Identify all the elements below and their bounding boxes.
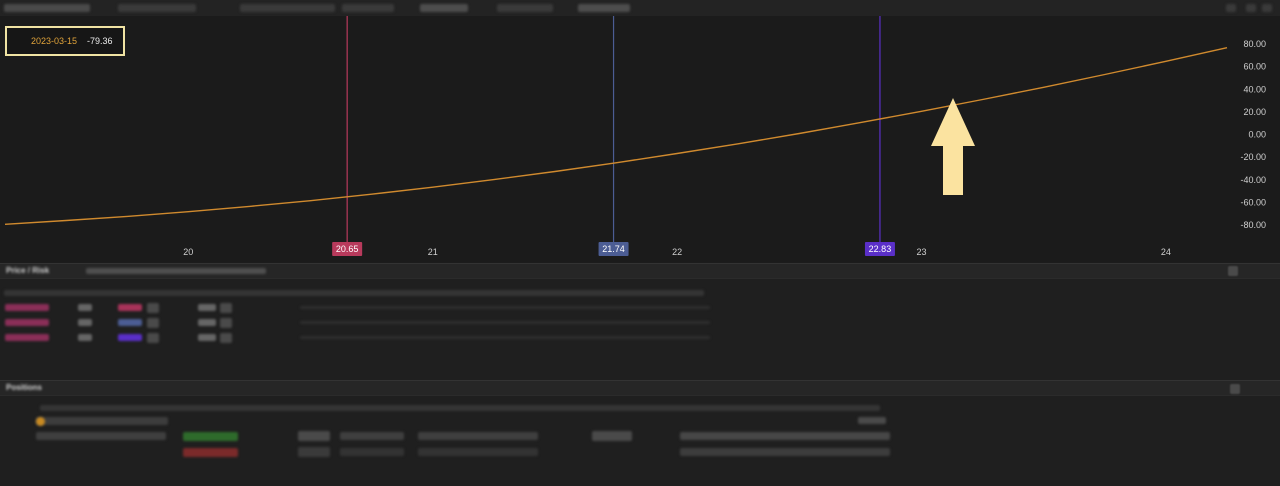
account-label bbox=[240, 4, 335, 12]
qty-stepper[interactable] bbox=[298, 431, 330, 441]
y-tick-label: 0.00 bbox=[1248, 130, 1266, 140]
position-symbol[interactable] bbox=[36, 432, 166, 440]
legs-panel: Price / Risk bbox=[0, 263, 1280, 380]
pl-curve[interactable] bbox=[4, 47, 1228, 225]
settings-icon[interactable] bbox=[1226, 4, 1236, 12]
positions-column-headers bbox=[40, 405, 880, 411]
leg-row[interactable] bbox=[0, 303, 720, 313]
close-icon[interactable] bbox=[1262, 4, 1272, 12]
leg-iv-stepper[interactable] bbox=[220, 318, 232, 328]
leg-iv-stepper[interactable] bbox=[220, 303, 232, 313]
y-tick-label: 80.00 bbox=[1243, 39, 1266, 49]
position-sell-badge bbox=[183, 448, 238, 457]
leg-strike[interactable] bbox=[118, 304, 142, 311]
qty-stepper-2[interactable] bbox=[298, 447, 330, 457]
volatility-input[interactable] bbox=[420, 4, 468, 12]
leg-iv bbox=[198, 334, 216, 341]
leg-values bbox=[300, 336, 710, 339]
leg-strike-stepper[interactable] bbox=[147, 303, 159, 313]
tooltip-value: -79.36 bbox=[87, 36, 113, 46]
top-toolbar bbox=[0, 0, 1280, 17]
pl-chart-svg: 80.00 60.00 40.00 20.00 0.00 -20.00 -40.00 -60.… bbox=[4, 16, 1266, 257]
y-tick-label: -40.00 bbox=[1240, 175, 1266, 185]
leg-iv bbox=[198, 304, 216, 311]
y-tick-label: 40.00 bbox=[1243, 84, 1266, 94]
price-input[interactable] bbox=[578, 4, 630, 12]
leg-strike[interactable] bbox=[118, 319, 142, 326]
leg-expiry bbox=[5, 319, 49, 326]
expiry-dropdown-2[interactable] bbox=[340, 448, 404, 456]
legs-panel-tabs[interactable] bbox=[86, 268, 266, 274]
position-values bbox=[680, 432, 890, 440]
positions-panel-header: Positions bbox=[0, 380, 1280, 396]
positions-panel-title: Positions bbox=[6, 383, 43, 392]
x-tick-label: 20 bbox=[183, 247, 193, 257]
y-tick-label: -60.00 bbox=[1240, 197, 1266, 207]
expiry-dropdown[interactable] bbox=[340, 432, 404, 440]
current-price-label bbox=[497, 4, 553, 12]
strike-marker-label: 21.74 bbox=[602, 244, 625, 254]
price-stepper[interactable] bbox=[592, 431, 632, 441]
pl-chart[interactable]: 80.00 60.00 40.00 20.00 0.00 -20.00 -40.00 -60.… bbox=[0, 16, 1280, 262]
leg-strike-stepper[interactable] bbox=[147, 333, 159, 343]
strike-dropdown-2[interactable] bbox=[418, 448, 538, 456]
x-tick-label: 24 bbox=[1161, 247, 1171, 257]
leg-qty[interactable] bbox=[78, 334, 92, 341]
leg-strike-stepper[interactable] bbox=[147, 318, 159, 328]
volatility-label bbox=[342, 4, 394, 12]
position-buy-badge bbox=[183, 432, 238, 441]
date-selector[interactable] bbox=[118, 4, 196, 12]
legs-panel-settings-icon[interactable] bbox=[1228, 266, 1238, 276]
tooltip-date: 2023-03-15 bbox=[31, 36, 78, 46]
y-tick-label: 20.00 bbox=[1243, 107, 1266, 117]
leg-row[interactable] bbox=[0, 318, 720, 328]
positions-panel-settings-icon[interactable] bbox=[1230, 384, 1240, 394]
leg-iv bbox=[198, 319, 216, 326]
symbol-selector[interactable] bbox=[4, 4, 90, 12]
leg-row[interactable] bbox=[0, 333, 720, 343]
strike-marker-label: 20.65 bbox=[336, 244, 359, 254]
group-total bbox=[858, 417, 886, 424]
strike-dropdown[interactable] bbox=[418, 432, 538, 440]
up-arrow-icon bbox=[930, 98, 976, 201]
legs-panel-title: Price / Risk bbox=[6, 266, 50, 275]
leg-expiry bbox=[5, 334, 49, 341]
legs-column-headers bbox=[4, 290, 704, 296]
strike-marker-label: 22.83 bbox=[869, 244, 892, 254]
positions-panel: Positions bbox=[0, 380, 1280, 486]
x-tick-label: 21 bbox=[428, 247, 438, 257]
x-tick-label: 22 bbox=[672, 247, 682, 257]
group-status-icon bbox=[36, 417, 45, 426]
y-tick-label: -80.00 bbox=[1240, 220, 1266, 230]
leg-values bbox=[300, 306, 710, 309]
position-values-2 bbox=[680, 448, 890, 456]
expand-icon[interactable] bbox=[1246, 4, 1256, 12]
y-tick-label: 60.00 bbox=[1243, 62, 1266, 72]
leg-qty[interactable] bbox=[78, 319, 92, 326]
x-tick-label: 23 bbox=[916, 247, 926, 257]
legs-panel-header: Price / Risk bbox=[0, 263, 1280, 279]
leg-strike[interactable] bbox=[118, 334, 142, 341]
chart-tooltip: 2023-03-15 -79.36 bbox=[5, 26, 125, 56]
y-tick-label: -20.00 bbox=[1240, 152, 1266, 162]
leg-iv-stepper[interactable] bbox=[220, 333, 232, 343]
leg-expiry bbox=[5, 304, 49, 311]
leg-values bbox=[300, 321, 710, 324]
leg-qty[interactable] bbox=[78, 304, 92, 311]
position-group-row[interactable] bbox=[36, 417, 168, 425]
